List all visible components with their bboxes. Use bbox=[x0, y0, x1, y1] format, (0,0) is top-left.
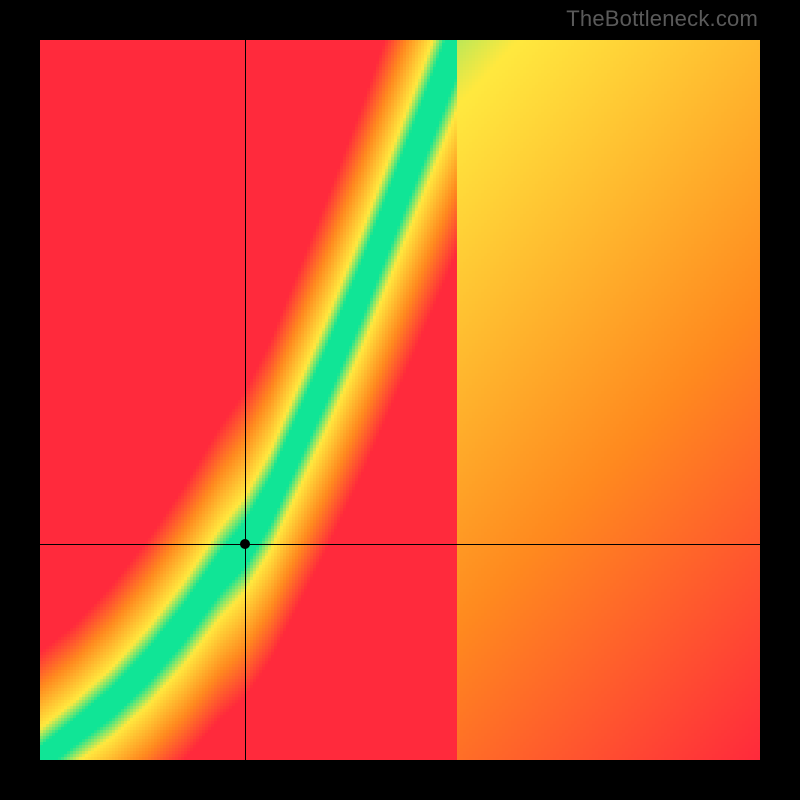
crosshair-horizontal bbox=[40, 544, 760, 545]
heatmap-canvas bbox=[40, 40, 760, 760]
selected-point bbox=[240, 539, 250, 549]
heatmap-plot bbox=[40, 40, 760, 760]
chart-frame: TheBottleneck.com bbox=[0, 0, 800, 800]
crosshair-vertical bbox=[245, 40, 246, 760]
watermark-label: TheBottleneck.com bbox=[566, 6, 758, 32]
